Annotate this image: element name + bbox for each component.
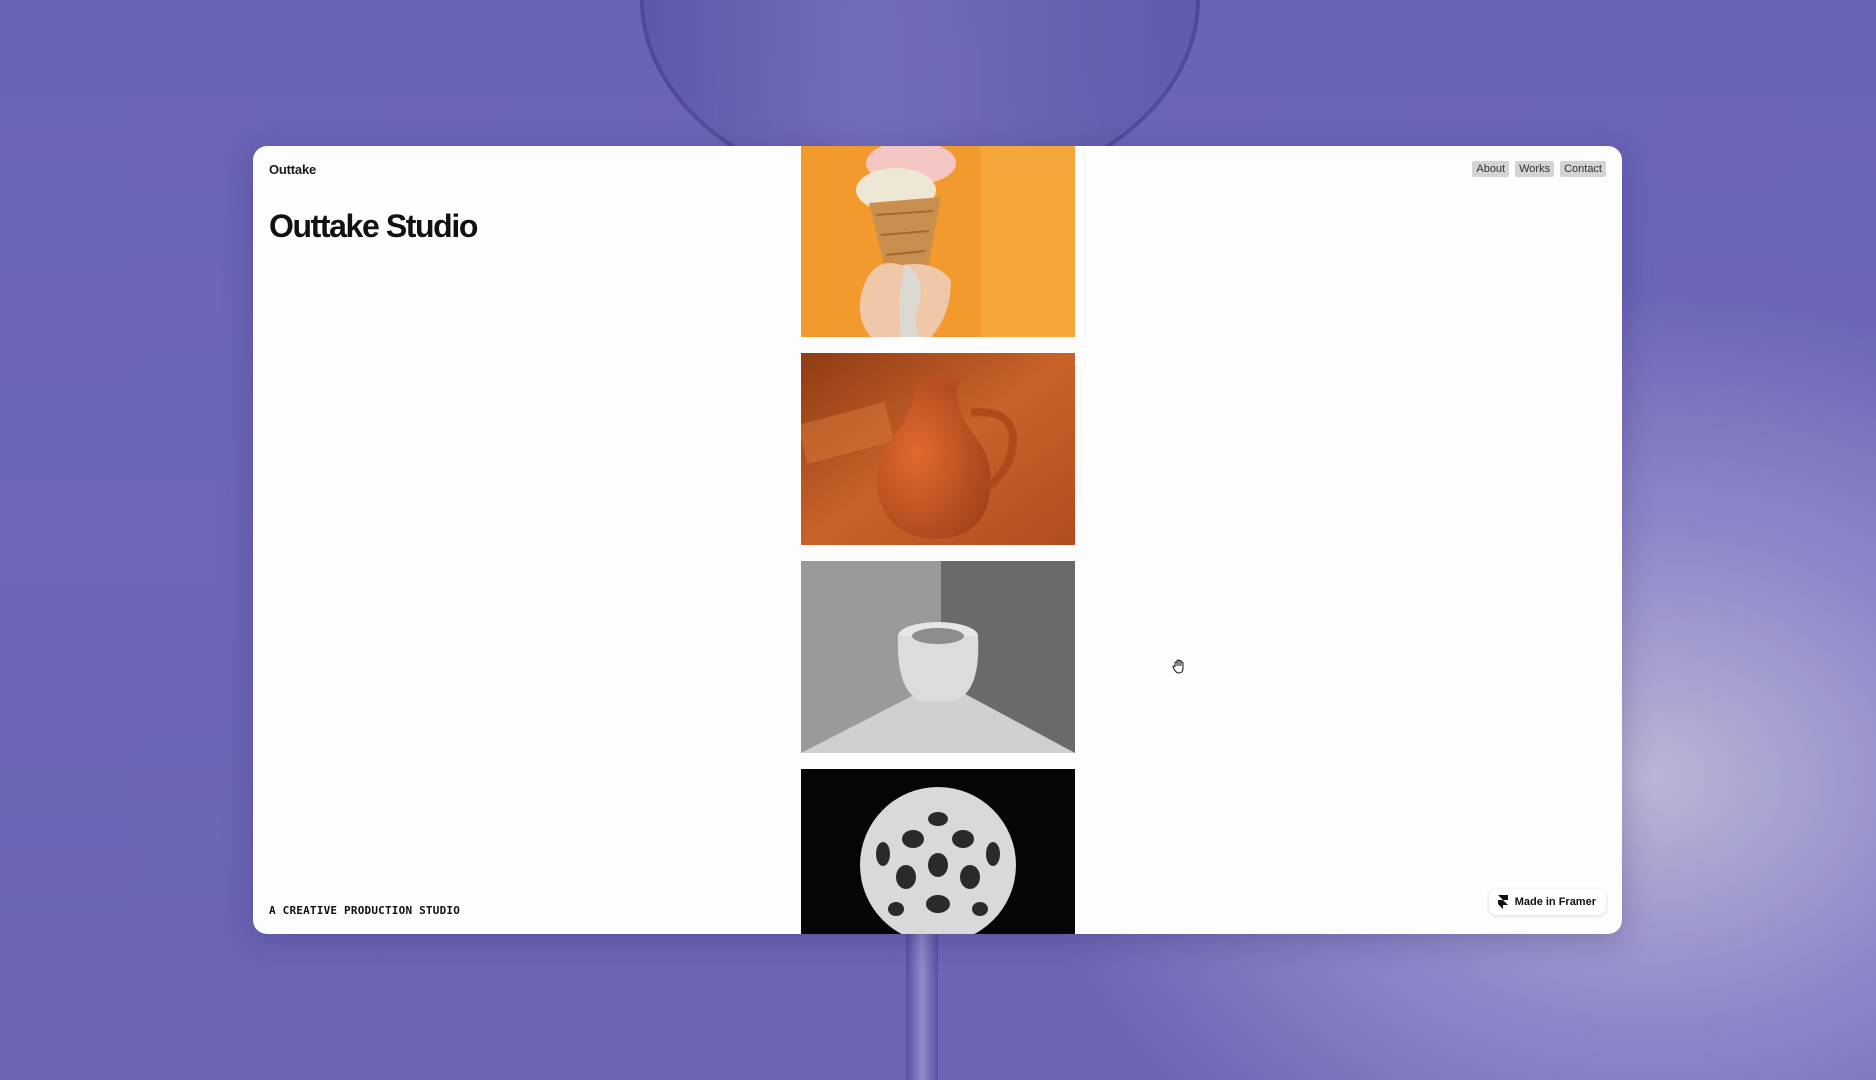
terracotta-jug-photo[interactable] [801,353,1075,545]
browser-window: Outtake Outtake Studio About Works Conta… [253,146,1622,934]
page-title: Outtake Studio [269,208,478,244]
made-in-framer-badge[interactable]: Made in Framer [1488,889,1606,915]
ice-cream-cone-photo[interactable] [801,146,1075,337]
background-glass-stem [906,930,938,1080]
top-nav: About Works Contact [1472,161,1606,177]
lattice-sphere-photo[interactable] [801,769,1075,934]
site-tagline: A CREATIVE PRODUCTION STUDIO [269,904,461,917]
site-brand-link[interactable]: Outtake [269,162,316,177]
white-vase-photo[interactable] [801,561,1075,753]
nav-item-contact[interactable]: Contact [1560,161,1606,177]
hand-cursor-icon [1171,658,1187,674]
framer-logo-icon [1497,895,1508,909]
made-in-framer-label: Made in Framer [1514,896,1596,908]
nav-item-about[interactable]: About [1472,161,1510,177]
nav-item-works[interactable]: Works [1515,161,1555,177]
